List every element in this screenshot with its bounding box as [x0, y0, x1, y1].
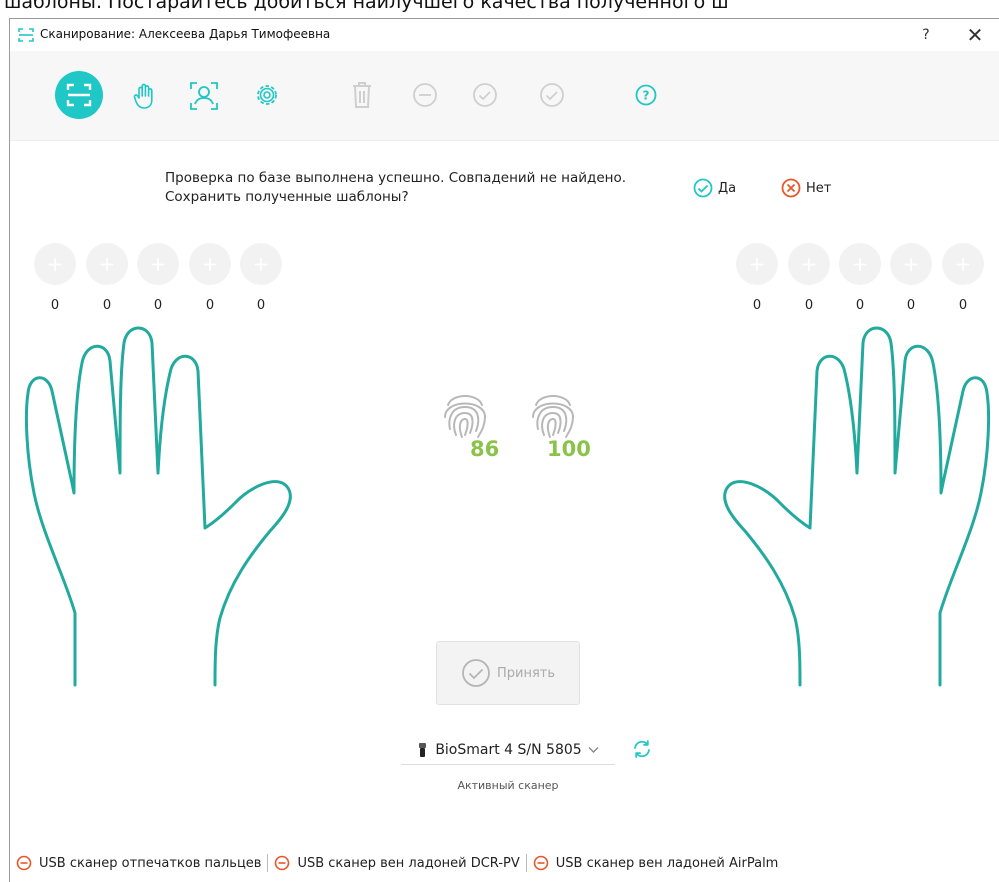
scan-fingers-button[interactable]: [55, 71, 103, 119]
svg-text:?: ?: [643, 89, 650, 103]
right-finger-count: 0: [752, 298, 762, 313]
right-finger-count: 0: [906, 298, 916, 313]
confirm-button[interactable]: [471, 81, 499, 109]
no-label: Нет: [806, 180, 832, 196]
plus-icon: +: [252, 252, 270, 276]
match-result-message: Проверка по базе выполнена успешно. Совп…: [165, 169, 626, 207]
right-finger-count: 0: [958, 298, 968, 313]
right-finger-slot-5[interactable]: +: [942, 243, 984, 285]
title-bar: Сканирование: Алексеева Дарья Тимофеевна…: [10, 19, 999, 51]
plus-icon: +: [98, 252, 116, 276]
plus-icon: +: [851, 252, 869, 276]
left-finger-slot-5[interactable]: +: [240, 243, 282, 285]
left-finger-count: 0: [256, 298, 266, 313]
left-finger-slot-1[interactable]: +: [34, 243, 76, 285]
left-finger-slot-4[interactable]: +: [189, 243, 231, 285]
status-label: USB сканер вен ладоней DCR-PV: [297, 855, 520, 871]
hand-icon: [133, 83, 153, 109]
remove-button[interactable]: [411, 81, 439, 109]
trash-icon: [353, 82, 371, 108]
scanner-select[interactable]: BioSmart 4 S/N 5805: [401, 735, 615, 765]
right-hand-outline: [723, 326, 991, 687]
left-finger-count: 0: [50, 298, 60, 313]
confirm-all-button[interactable]: [538, 81, 566, 109]
plus-icon: +: [748, 252, 766, 276]
plus-icon: +: [902, 252, 920, 276]
accept-button[interactable]: Принять: [436, 641, 580, 705]
minus-circle-icon: [275, 855, 290, 871]
right-finger-slot-4[interactable]: +: [890, 243, 932, 285]
delete-button[interactable]: [349, 81, 375, 109]
message-line-1: Проверка по базе выполнена успешно. Совп…: [165, 170, 627, 186]
device-status-bar: USB сканер отпечатков пальцев USB сканер…: [10, 850, 999, 876]
palm-scan-button[interactable]: [131, 81, 157, 111]
left-finger-slot-2[interactable]: +: [86, 243, 128, 285]
minus-circle-icon: [16, 855, 32, 871]
plus-icon: +: [149, 252, 167, 276]
left-hand-outline: [24, 326, 292, 687]
settings-button[interactable]: [253, 81, 281, 109]
refresh-icon[interactable]: [631, 738, 653, 760]
fingerprint-icon: [444, 395, 487, 438]
help-toolbar-button[interactable]: ?: [634, 83, 658, 107]
face-scan-button[interactable]: [188, 80, 220, 112]
yes-button[interactable]: Да: [693, 178, 736, 198]
right-finger-count: 0: [804, 298, 814, 313]
check-circle-icon: [473, 83, 497, 107]
status-item-palm-vein-airpalm[interactable]: USB сканер вен ладоней AirPalm: [527, 855, 785, 871]
plus-icon: +: [800, 252, 818, 276]
accept-label: Принять: [496, 665, 556, 681]
scan-window: Сканирование: Алексеева Дарья Тимофеевна…: [9, 18, 999, 882]
fingerprint-score-1: 86: [470, 437, 500, 461]
message-line-2: Сохранить полученные шаблоны?: [165, 189, 409, 205]
minus-circle-icon: [533, 855, 549, 871]
toolbar: ?: [10, 51, 999, 141]
status-item-fingerprint-scanner[interactable]: USB сканер отпечатков пальцев: [10, 855, 267, 871]
status-item-palm-vein-dcr[interactable]: USB сканер вен ладоней DCR-PV: [268, 855, 525, 871]
chevron-down-icon: [588, 746, 599, 753]
usb-scanner-icon: [419, 742, 427, 757]
scan-icon: [66, 83, 92, 107]
left-finger-count: 0: [102, 298, 112, 313]
status-label: USB сканер вен ладоней AirPalm: [555, 855, 779, 871]
settings-icon: [257, 85, 277, 105]
fingerprint-score-2: 100: [547, 437, 591, 461]
help-circle-icon: ?: [635, 84, 657, 106]
fingerprint-icon: [532, 395, 575, 438]
close-button[interactable]: ✕: [962, 23, 988, 47]
check-circle-icon: [693, 178, 713, 198]
help-button[interactable]: ?: [914, 23, 938, 47]
active-scanner-caption: Активный сканер: [457, 779, 559, 792]
left-finger-count: 0: [153, 298, 163, 313]
plus-icon: +: [201, 252, 219, 276]
left-finger-count: 0: [205, 298, 215, 313]
right-finger-slot-3[interactable]: +: [839, 243, 881, 285]
left-finger-slot-3[interactable]: +: [137, 243, 179, 285]
plus-icon: +: [954, 252, 972, 276]
right-finger-slot-1[interactable]: +: [736, 243, 778, 285]
window-title: Сканирование: Алексеева Дарья Тимофеевна: [40, 27, 331, 41]
check-circle-icon: [462, 659, 490, 687]
right-finger-count: 0: [855, 298, 865, 313]
check-circle-icon: [540, 83, 564, 107]
plus-icon: +: [46, 252, 64, 276]
yes-label: Да: [718, 180, 737, 196]
scanner-selected: BioSmart 4 S/N 5805: [435, 741, 582, 758]
minus-circle-icon: [413, 83, 437, 107]
background-instruction-text: шаблоны. Постарайтесь добиться наилучшег…: [0, 0, 999, 20]
no-button[interactable]: Нет: [781, 178, 831, 198]
close-circle-icon: [781, 178, 801, 198]
scan-app-icon: [18, 28, 34, 42]
face-scan-icon: [190, 82, 218, 110]
right-finger-slot-2[interactable]: +: [788, 243, 830, 285]
status-label: USB сканер отпечатков пальцев: [39, 855, 262, 871]
background-instruction-line: шаблоны. Постарайтесь добиться наилучшег…: [4, 0, 729, 13]
